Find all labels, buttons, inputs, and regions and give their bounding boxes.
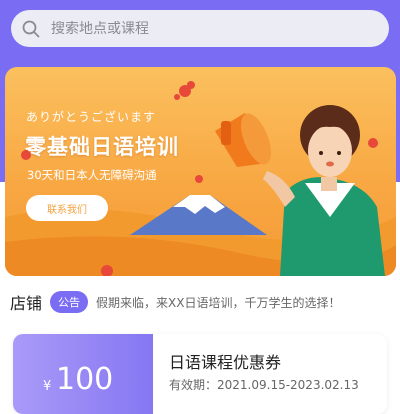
search-icon bbox=[22, 20, 40, 37]
announcement-badge: 公告 bbox=[50, 291, 89, 313]
coupon-value-panel: ¥ 100 bbox=[13, 334, 153, 414]
coupon-currency: ¥ bbox=[43, 379, 52, 394]
store-notice: 店铺 公告 假期来临，来XX日语培训，千万学生的选择！ bbox=[10, 289, 400, 315]
announcement-text[interactable]: 假期来临，来XX日语培训，千万学生的选择！ bbox=[96, 294, 340, 311]
coupon-validity: 有效期：2021.09.15-2023.02.13 bbox=[169, 378, 359, 392]
contact-us-button[interactable]: 联系我们 bbox=[26, 195, 108, 221]
promo-banner[interactable]: ありがとうございます 零基础日语培训 30天和日本人无障碍沟通 联系我们 bbox=[5, 67, 396, 276]
banner-greeting: ありがとうございます bbox=[26, 110, 157, 124]
coupon-divider bbox=[153, 334, 161, 414]
store-label: 店铺 bbox=[10, 294, 43, 313]
course-coupon-card[interactable]: ¥ 100 日语课程优惠券 有效期：2021.09.15-2023.02.13 bbox=[13, 334, 387, 414]
search-input[interactable] bbox=[51, 20, 351, 37]
banner-subtitle: 30天和日本人无障碍沟通 bbox=[27, 168, 157, 182]
coupon-amount: 100 bbox=[56, 362, 114, 397]
coupon-name: 日语课程优惠券 bbox=[169, 353, 282, 372]
banner-title: 零基础日语培训 bbox=[25, 135, 179, 159]
search-bar[interactable] bbox=[11, 10, 389, 47]
